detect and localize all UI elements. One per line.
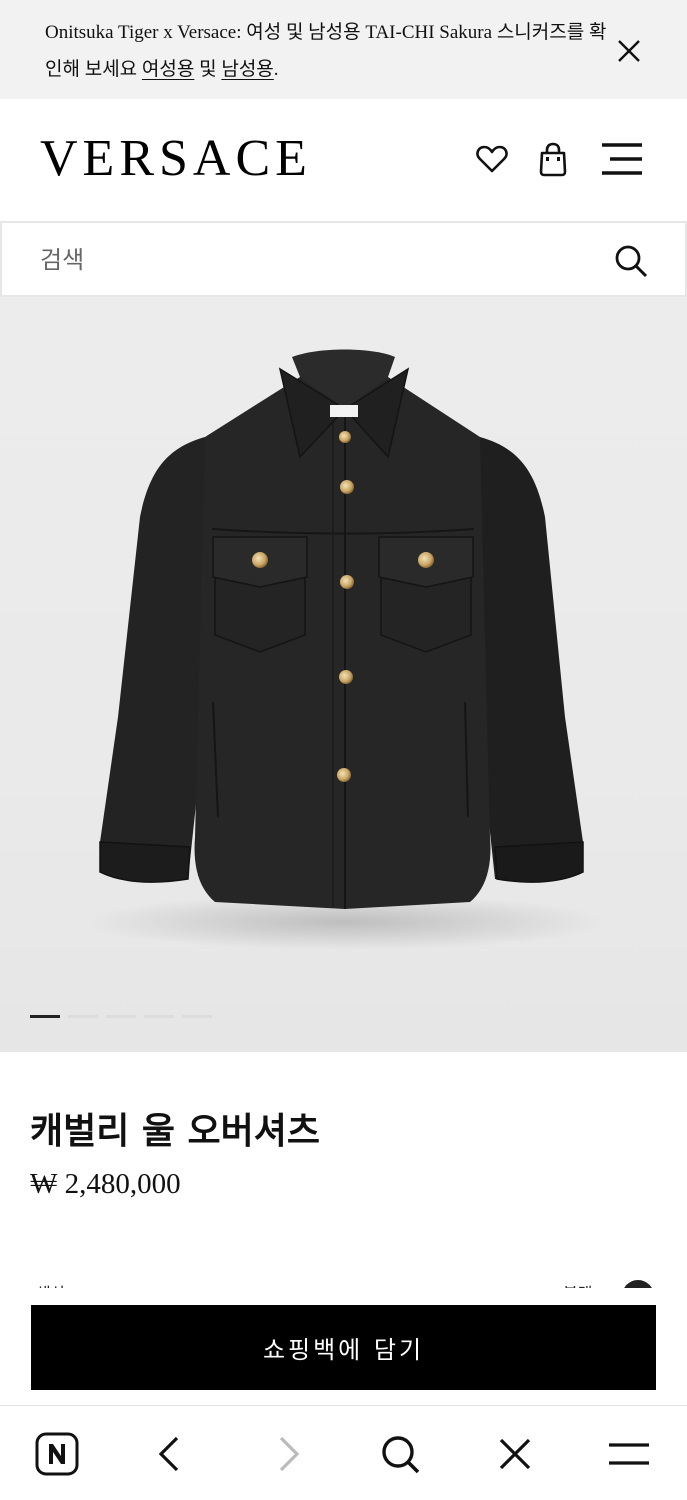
gallery-dot[interactable] (30, 1015, 60, 1018)
gallery-dot[interactable] (106, 1015, 136, 1018)
browser-toolbar (0, 1405, 687, 1500)
gallery-dot[interactable] (144, 1015, 174, 1018)
search-bar (0, 221, 687, 297)
color-value: 블랙 (563, 1280, 592, 1288)
banner-suffix: . (273, 59, 279, 80)
color-swatch[interactable] (622, 1280, 654, 1288)
search-icon[interactable] (613, 243, 649, 279)
back-icon[interactable] (147, 1430, 195, 1478)
versace-logo[interactable]: VERSACE (40, 129, 312, 188)
product-price: ₩ 2,480,000 (30, 1168, 181, 1200)
shopping-bag-icon[interactable] (537, 141, 569, 177)
banner-text: Onitsuka Tiger x Versace: 여성 및 남성용 TAI-C… (45, 22, 607, 80)
forward-icon[interactable] (263, 1430, 311, 1478)
naver-home-icon[interactable] (33, 1430, 81, 1478)
banner-link-women[interactable]: 여성용 (142, 59, 194, 80)
gallery-pagination (30, 1015, 212, 1019)
color-label: 색상 (36, 1280, 65, 1288)
gallery-dot[interactable] (68, 1015, 98, 1018)
gallery-dot[interactable] (182, 1015, 212, 1018)
product-name: 캐벌리 울 오버셔츠 (30, 1111, 321, 1152)
menu-icon[interactable] (605, 1430, 653, 1478)
search-input[interactable] (40, 239, 580, 281)
announcement-banner: Onitsuka Tiger x Versace: 여성 및 남성용 TAI-C… (0, 0, 687, 99)
search-icon[interactable] (376, 1430, 424, 1478)
site-header: VERSACE (0, 99, 687, 221)
banner-connector: 및 (194, 59, 222, 80)
product-image[interactable] (0, 297, 687, 1052)
close-icon[interactable] (491, 1430, 539, 1478)
product-options-row: 색상 블랙 (0, 1270, 687, 1288)
banner-link-men[interactable]: 남성용 (221, 59, 273, 80)
add-to-bag-button[interactable]: 쇼핑백에 담기 (31, 1305, 656, 1390)
menu-icon[interactable] (598, 139, 646, 179)
heart-icon[interactable] (474, 141, 510, 177)
product-gallery[interactable] (0, 297, 687, 1052)
banner-message: Onitsuka Tiger x Versace: 여성 및 남성용 TAI-C… (45, 14, 615, 88)
close-icon[interactable] (612, 34, 646, 68)
